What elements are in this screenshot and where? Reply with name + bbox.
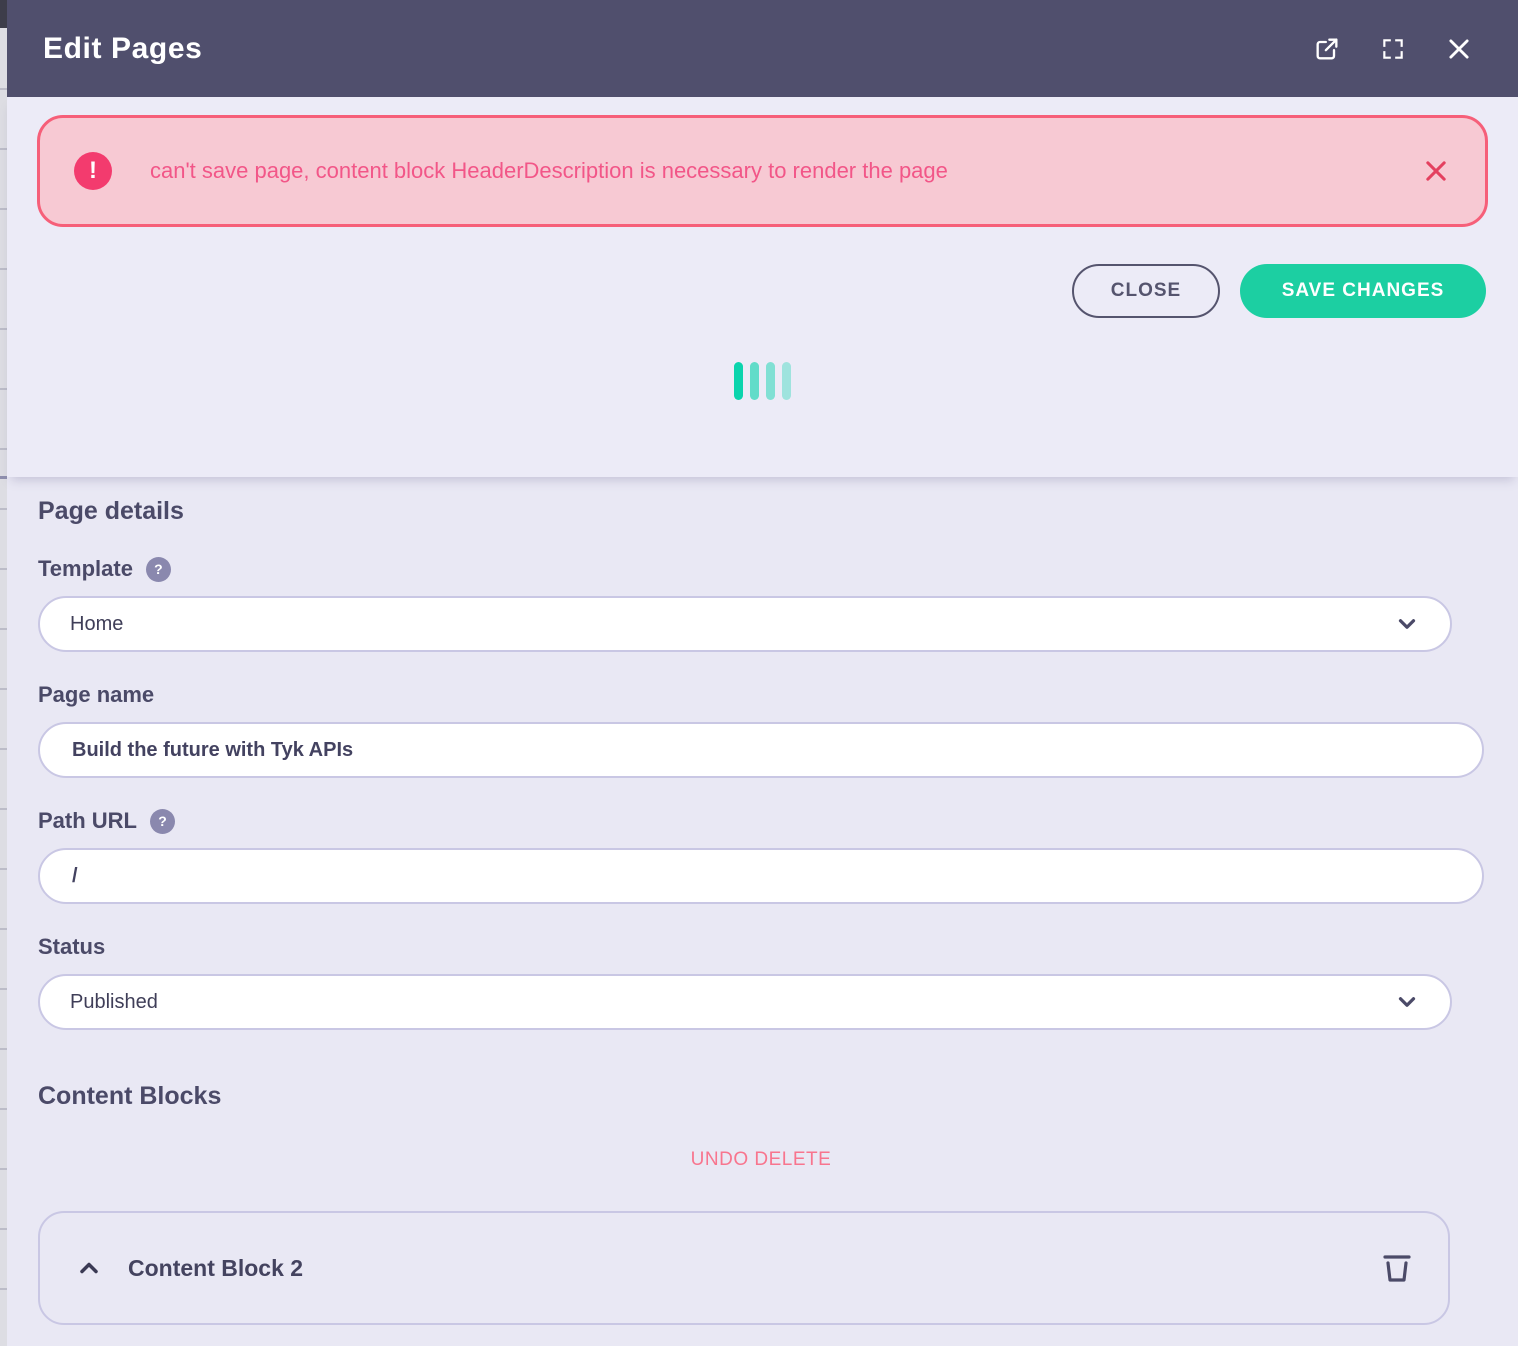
open-in-new-icon[interactable] xyxy=(1312,34,1342,64)
save-changes-button[interactable]: SAVE CHANGES xyxy=(1240,264,1486,318)
chevron-down-icon xyxy=(1394,611,1420,637)
page-details-panel: Page details Template ? Home Page name P… xyxy=(7,477,1518,1346)
background-page-header-sliver xyxy=(0,0,7,28)
path-url-input[interactable] xyxy=(38,848,1484,904)
content-blocks-heading: Content Blocks xyxy=(38,1082,1484,1111)
page-name-input[interactable] xyxy=(38,722,1484,778)
path-url-label-row: Path URL ? xyxy=(38,808,1484,834)
trash-icon[interactable] xyxy=(1380,1250,1414,1286)
edit-pages-modal: Edit Pages ! can't save page, content bl… xyxy=(7,0,1518,1346)
page-details-heading: Page details xyxy=(38,497,1484,526)
chevron-down-icon xyxy=(1394,989,1420,1015)
background-page-edge xyxy=(0,0,7,1346)
loading-spinner xyxy=(37,362,1488,400)
undo-delete-link[interactable]: UNDO DELETE xyxy=(38,1149,1484,1171)
spinner-bar xyxy=(782,362,791,400)
help-icon[interactable]: ? xyxy=(146,557,171,582)
close-icon[interactable] xyxy=(1444,34,1474,64)
error-icon: ! xyxy=(74,152,112,190)
template-label: Template xyxy=(38,556,133,582)
fullscreen-icon[interactable] xyxy=(1378,34,1408,64)
content-block-item: Content Block 2 xyxy=(38,1211,1450,1325)
chevron-up-icon[interactable] xyxy=(74,1253,104,1283)
action-buttons-row: CLOSE SAVE CHANGES xyxy=(37,264,1488,318)
template-label-row: Template ? xyxy=(38,556,1484,582)
error-alert: ! can't save page, content block HeaderD… xyxy=(37,115,1488,227)
template-select[interactable]: Home xyxy=(38,596,1452,652)
status-select[interactable]: Published xyxy=(38,974,1452,1030)
path-url-label: Path URL xyxy=(38,808,137,834)
page-name-label: Page name xyxy=(38,682,154,708)
template-select-value: Home xyxy=(70,613,1394,636)
status-label: Status xyxy=(38,934,105,960)
error-alert-message: can't save page, content block HeaderDes… xyxy=(150,158,1421,184)
background-page-divider-sliver xyxy=(0,476,7,479)
help-icon[interactable]: ? xyxy=(150,809,175,834)
modal-action-panel: ! can't save page, content block HeaderD… xyxy=(7,97,1518,477)
content-block-title: Content Block 2 xyxy=(128,1255,1380,1282)
status-label-row: Status xyxy=(38,934,1484,960)
spinner-bar xyxy=(766,362,775,400)
modal-title: Edit Pages xyxy=(43,32,1276,66)
alert-close-icon[interactable] xyxy=(1421,156,1451,186)
spinner-bar xyxy=(750,362,759,400)
status-select-value: Published xyxy=(70,991,1394,1014)
page-name-label-row: Page name xyxy=(38,682,1484,708)
close-button[interactable]: CLOSE xyxy=(1072,264,1220,318)
spinner-bar xyxy=(734,362,743,400)
modal-header: Edit Pages xyxy=(7,0,1518,97)
